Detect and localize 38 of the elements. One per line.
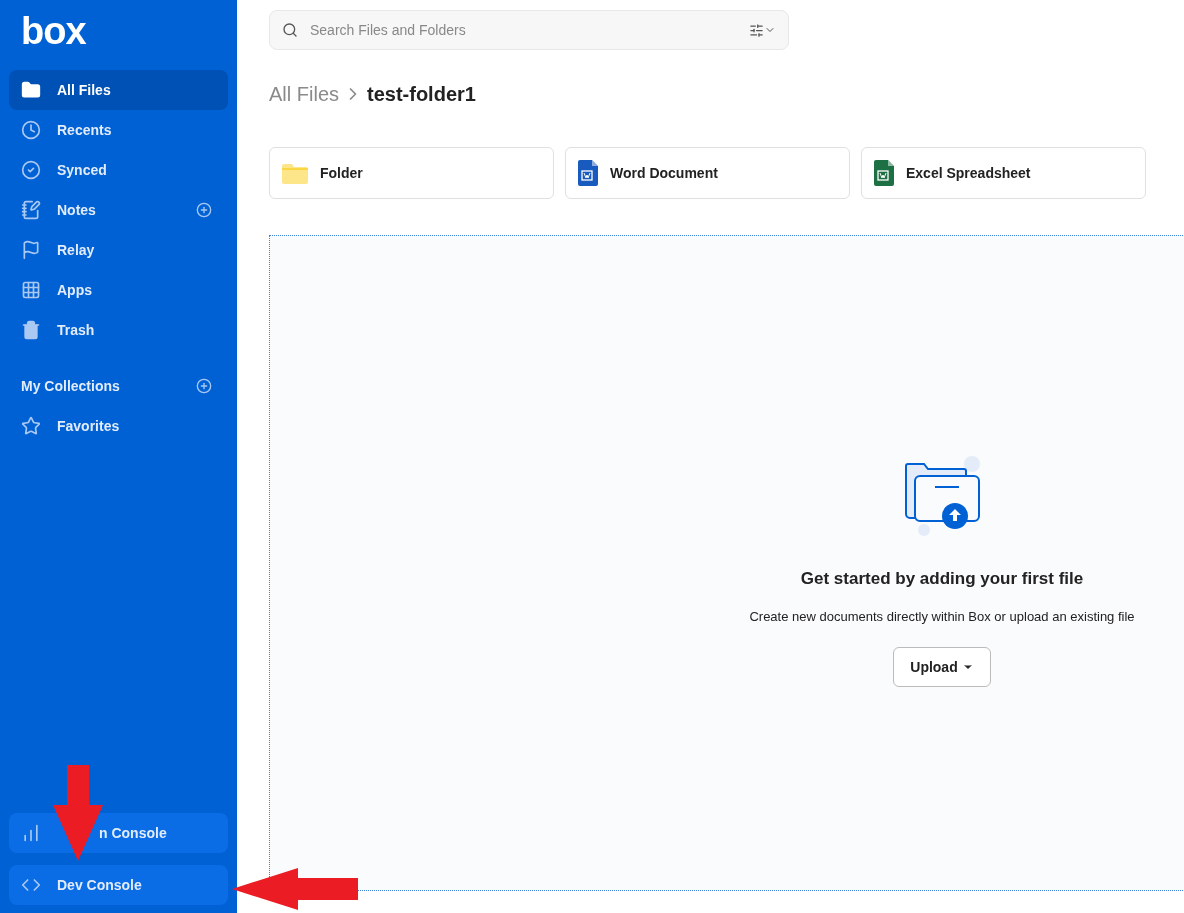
- empty-state-text: Create new documents directly within Box or upload an existing file: [749, 608, 1135, 626]
- bar-chart-icon: [21, 823, 41, 843]
- folder-icon: [282, 162, 308, 184]
- star-icon: [21, 416, 41, 436]
- create-button[interactable]: Word Document: [565, 147, 850, 199]
- sidebar-item[interactable]: Synced: [9, 150, 228, 190]
- logo[interactable]: box: [9, 0, 228, 70]
- sidebar-item[interactable]: Apps: [9, 270, 228, 310]
- section-heading: My Collections: [21, 377, 120, 396]
- sidebar-item[interactable]: Recents: [9, 110, 228, 150]
- breadcrumb-link[interactable]: All Files: [269, 80, 339, 108]
- drop-zone[interactable]: Get started by adding your first file Create new documents directly within Box or upload an existing file Upload: [269, 235, 1184, 891]
- search-bar[interactable]: Search Files and Folders: [269, 10, 789, 50]
- add-icon[interactable]: [196, 202, 212, 218]
- sidebar-item[interactable]: Favorites: [9, 406, 228, 446]
- sidebar-item[interactable]: All Files: [9, 70, 228, 110]
- sidebar-item[interactable]: Trash: [9, 310, 228, 350]
- pen-lines-icon: [21, 200, 41, 220]
- spreadsheet-icon: [874, 160, 894, 186]
- flag-icon: [21, 240, 41, 260]
- current-folder-title: test-folder1: [367, 82, 476, 107]
- search-icon: [282, 22, 298, 38]
- empty-state-title: Get started by adding your first file: [800, 567, 1084, 590]
- upload-button[interactable]: Upload: [893, 646, 991, 687]
- sidebar-item[interactable]: Notes: [9, 190, 228, 230]
- grid-icon: [21, 280, 41, 300]
- folder-icon: [21, 80, 41, 100]
- check-circle-icon: [21, 160, 41, 180]
- clock-icon: [21, 120, 41, 140]
- sidebar-item[interactable]: Relay: [9, 230, 228, 270]
- create-button[interactable]: Excel Spreadsheet: [861, 147, 1146, 199]
- console-button[interactable]: Dev Console: [9, 865, 228, 905]
- search-field[interactable]: Search Files and Folders: [310, 20, 749, 40]
- filter-icon[interactable]: [749, 22, 776, 38]
- add-icon[interactable]: [196, 378, 212, 394]
- trash-icon: [21, 320, 41, 340]
- create-button[interactable]: Folder: [269, 147, 554, 199]
- word-document-icon: [578, 160, 598, 186]
